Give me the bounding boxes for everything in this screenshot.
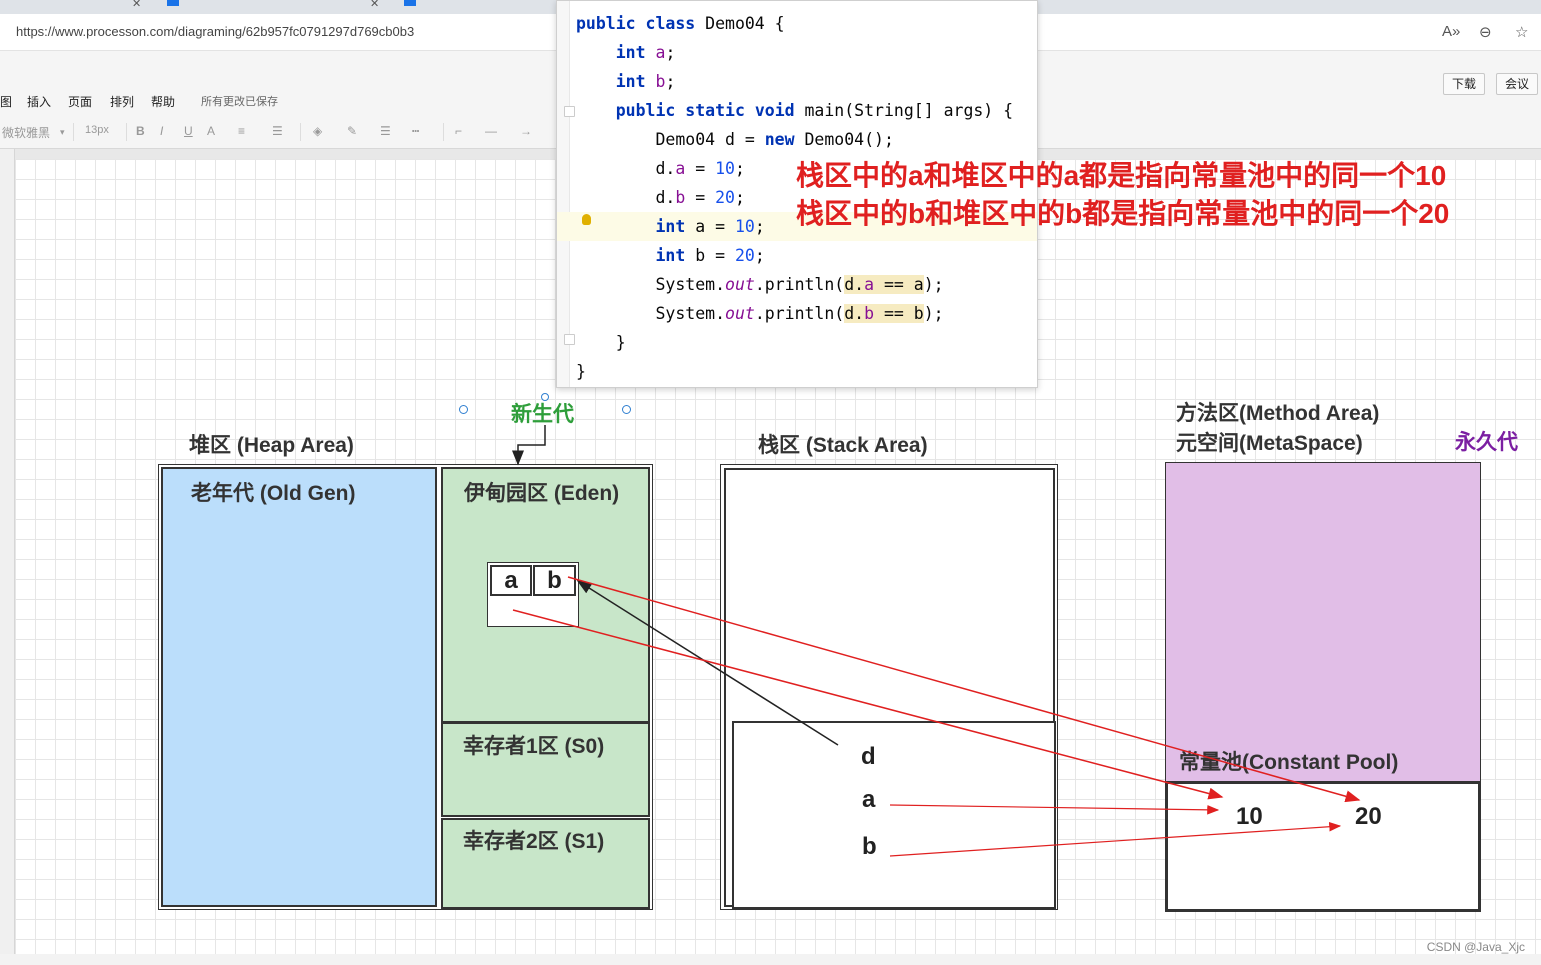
fold-marker-icon[interactable] <box>564 334 575 345</box>
fold-marker-icon[interactable] <box>564 106 575 117</box>
code-line-13: } <box>576 362 586 381</box>
arrow-stack-b-to-20 <box>889 821 1342 857</box>
young-gen-connector <box>512 425 546 466</box>
code-line-12: } <box>576 333 626 352</box>
bottom-scroll-strip[interactable] <box>0 954 1541 965</box>
code-line-11: System.out.println(d.b == b); <box>576 304 944 323</box>
code-line-9: int b = 20; <box>655 246 765 265</box>
code-line-5: Demo04 d = new Demo04(); <box>576 130 894 149</box>
code-line-1: public class Demo04 { <box>576 14 785 33</box>
annotation-a: 栈区中的a和堆区中的a都是指向常量池中的同一个10 <box>796 160 1447 191</box>
arrow-heap-b-to-20 <box>567 576 1361 803</box>
annotation-b: 栈区中的b和堆区中的b都是指向常量池中的同一个20 <box>796 198 1450 229</box>
code-line-3: int b; <box>615 72 676 91</box>
code-line-4: public static void main(String[] args) { <box>615 101 1014 120</box>
arrow-heap-a-to-10 <box>512 609 1224 800</box>
code-line-2: int a; <box>615 43 676 62</box>
code-line-10: System.out.println(d.a == a); <box>576 275 944 294</box>
watermark: CSDN @Java_Xjc <box>1426 940 1525 954</box>
lightbulb-icon[interactable] <box>582 214 591 225</box>
code-gutter <box>557 1 570 387</box>
arrow-stack-a-to-10 <box>889 804 1220 815</box>
arrow-d-to-object <box>576 580 839 746</box>
